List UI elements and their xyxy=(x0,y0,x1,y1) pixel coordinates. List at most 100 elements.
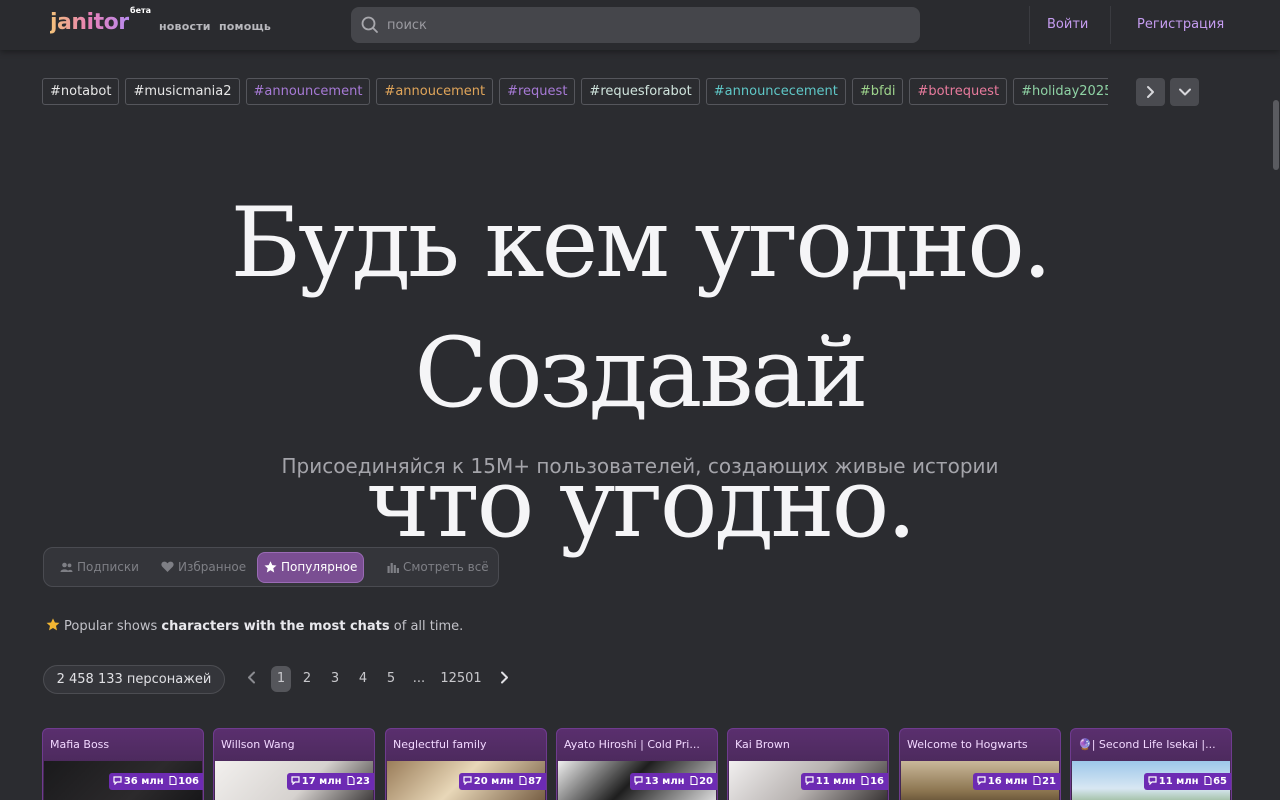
message-count: 23 xyxy=(356,776,370,787)
character-card[interactable]: Kai Brown 11 млн 16 xyxy=(727,728,889,800)
character-name: Ayato Hiroshi | Cold Pri... xyxy=(564,738,700,751)
document-icon xyxy=(347,775,355,786)
document-icon xyxy=(169,775,177,786)
character-name: Willson Wang xyxy=(221,738,295,751)
chevron-right-icon xyxy=(1147,86,1154,98)
nav-help-link[interactable]: помощь xyxy=(219,20,271,33)
character-card[interactable]: Mafia Boss 36 млн 106 xyxy=(42,728,204,800)
chat-icon xyxy=(291,776,300,786)
nav-news-link[interactable]: новости xyxy=(159,20,211,33)
card-stats: 13 млн 20 xyxy=(629,773,717,790)
next-page-button[interactable] xyxy=(497,666,511,692)
message-count: 21 xyxy=(1042,776,1056,787)
tag-chip[interactable]: #announcecement xyxy=(705,78,846,105)
tag-chip[interactable]: #botrequest xyxy=(909,78,1008,105)
page-scrollbar[interactable] xyxy=(1273,100,1279,170)
card-stats: 17 млн 23 xyxy=(286,773,374,790)
popular-description: Popular shows characters with the most c… xyxy=(46,618,463,634)
note-bold: characters with the most chats xyxy=(161,619,390,634)
divider xyxy=(1110,6,1111,44)
message-count: 65 xyxy=(1213,776,1227,787)
page-number[interactable]: 1 xyxy=(271,666,291,692)
chat-count: 36 млн xyxy=(123,776,164,787)
character-count: 2 458 133 персонажей xyxy=(43,665,225,694)
filter-tabs: Подписки Избранное Популярное Смотреть в… xyxy=(43,547,499,587)
chat-count: 20 млн xyxy=(473,776,514,787)
card-stats: 11 млн 16 xyxy=(800,773,888,790)
tab-label: Смотреть всё xyxy=(403,560,489,574)
page-number[interactable]: 3 xyxy=(326,666,344,692)
card-stats: 36 млн 106 xyxy=(108,773,203,790)
tab-view-all[interactable]: Смотреть всё xyxy=(381,552,495,583)
character-name: Neglectful family xyxy=(393,738,487,751)
tag-chip[interactable]: #bfdi xyxy=(851,78,904,105)
document-icon xyxy=(519,775,527,786)
message-count: 87 xyxy=(528,776,542,787)
page-number[interactable]: 5 xyxy=(382,666,400,692)
page-number[interactable]: 12501 xyxy=(440,666,482,692)
logo[interactable]: janitor бета xyxy=(50,6,151,40)
tag-chip[interactable]: #holiday2025 xyxy=(1013,78,1108,105)
top-header: janitor бета новости помощь Войти Регист… xyxy=(0,0,1280,50)
chat-icon xyxy=(634,776,643,786)
character-name: Welcome to Hogwarts xyxy=(907,738,1028,751)
card-stats: 20 млн 87 xyxy=(458,773,546,790)
tab-subscriptions[interactable]: Подписки xyxy=(54,552,145,583)
chat-icon xyxy=(1148,776,1157,786)
character-name: Mafia Boss xyxy=(50,738,110,751)
search-icon xyxy=(361,16,378,33)
chevron-left-icon xyxy=(247,671,255,684)
document-icon xyxy=(861,775,869,786)
character-name: 🔮| Second Life Isekai |... xyxy=(1078,738,1216,751)
chat-count: 13 млн xyxy=(644,776,685,787)
tag-list: #notabot #musicmania2 #announcement #annouc… xyxy=(42,78,1108,107)
search-input[interactable] xyxy=(387,7,907,43)
character-card[interactable]: 🔮| Second Life Isekai |... 11 млн 65 xyxy=(1070,728,1232,800)
star-icon xyxy=(46,618,60,631)
hero-title: Будь кем угодно. Создавай что угодно. xyxy=(0,178,1280,568)
tab-label: Избранное xyxy=(178,560,247,574)
register-button[interactable]: Регистрация xyxy=(1137,17,1224,32)
note-text: Popular shows xyxy=(64,619,158,634)
character-card[interactable]: Ayato Hiroshi | Cold Pri... 13 млн 20 xyxy=(556,728,718,800)
tab-label: Популярное xyxy=(281,560,358,574)
document-icon xyxy=(1033,775,1041,786)
chevron-right-icon xyxy=(500,671,508,684)
page-number[interactable]: 2 xyxy=(298,666,316,692)
note-text: of all time. xyxy=(393,619,464,634)
search-bar xyxy=(351,7,920,43)
star-icon xyxy=(264,561,277,573)
chevron-down-icon xyxy=(1179,88,1191,96)
tag-chip[interactable]: #announcement xyxy=(245,78,371,105)
character-name: Kai Brown xyxy=(735,738,790,751)
card-stats: 16 млн 21 xyxy=(972,773,1060,790)
chat-count: 11 млн xyxy=(1158,776,1199,787)
beta-badge: бета xyxy=(130,6,152,15)
tags-expand-button[interactable] xyxy=(1170,78,1199,106)
character-card[interactable]: Neglectful family 20 млн 87 xyxy=(385,728,547,800)
message-count: 106 xyxy=(178,776,199,787)
chat-icon xyxy=(805,776,814,786)
tag-chip[interactable]: #musicmania2 xyxy=(125,78,240,105)
tab-popular[interactable]: Популярное xyxy=(257,552,365,583)
tags-next-button[interactable] xyxy=(1136,78,1165,106)
prev-page-button[interactable] xyxy=(244,666,258,692)
chat-count: 16 млн xyxy=(987,776,1028,787)
character-card[interactable]: Welcome to Hogwarts 16 млн 21 xyxy=(899,728,1061,800)
page-number[interactable]: 4 xyxy=(354,666,372,692)
divider xyxy=(1029,6,1030,44)
document-icon xyxy=(1204,775,1212,786)
character-card[interactable]: Willson Wang 17 млн 23 xyxy=(213,728,375,800)
login-button[interactable]: Войти xyxy=(1047,17,1088,32)
tag-chip[interactable]: #request xyxy=(499,78,576,105)
chat-icon xyxy=(977,776,986,786)
chat-count: 11 млн xyxy=(815,776,856,787)
tag-chip[interactable]: #annoucement xyxy=(376,78,494,105)
message-count: 16 xyxy=(870,776,884,787)
card-stats: 11 млн 65 xyxy=(1143,773,1231,790)
tab-favorites[interactable]: Избранное xyxy=(155,552,252,583)
tag-chip[interactable]: #requesforabot xyxy=(581,78,700,105)
heart-icon xyxy=(161,561,174,572)
hero-subtitle: Присоединяйся к 15M+ пользователей, созд… xyxy=(281,454,999,478)
tag-chip[interactable]: #notabot xyxy=(42,78,120,105)
